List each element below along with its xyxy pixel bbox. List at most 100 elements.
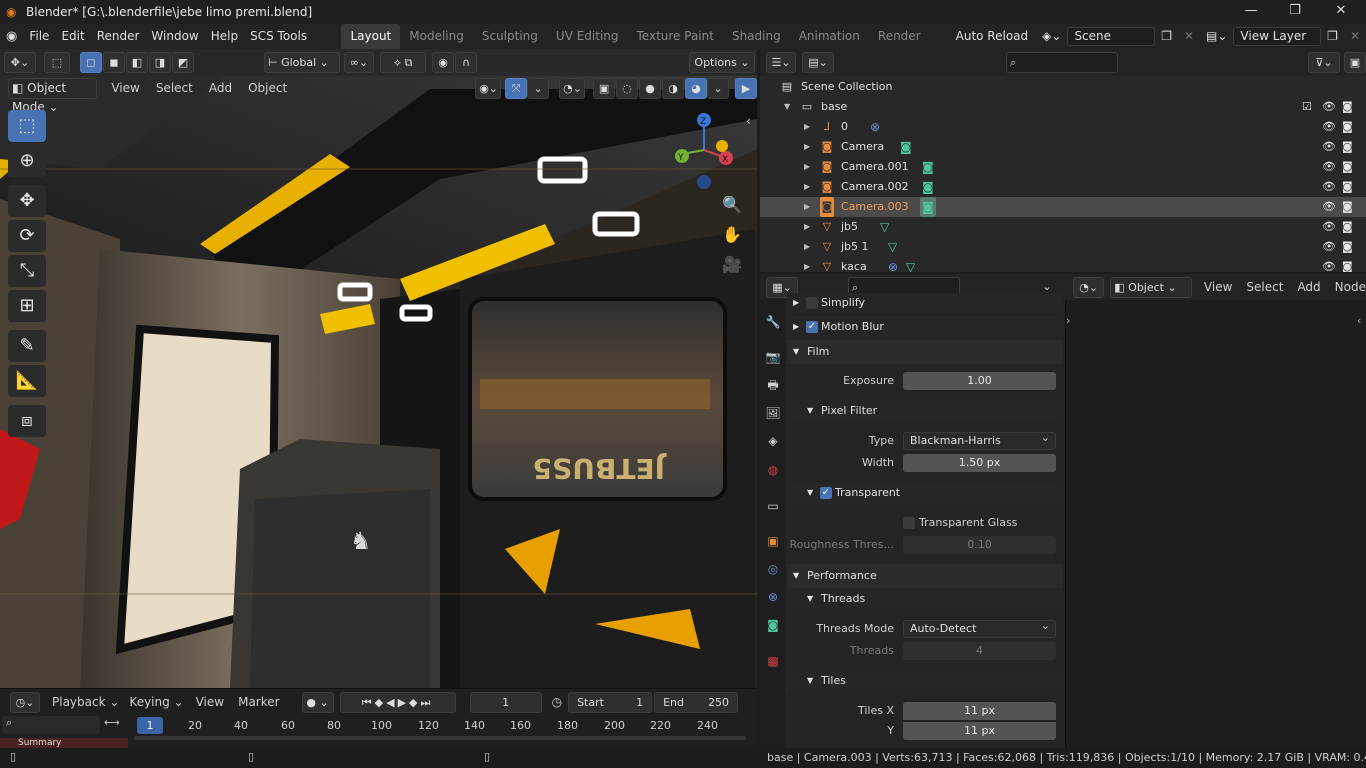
mode-intersect-icon[interactable]: ◨ bbox=[149, 52, 171, 73]
xray-icon[interactable]: ▣ bbox=[593, 77, 616, 99]
end-frame-field[interactable]: End 250 bbox=[654, 691, 739, 713]
tab-modeling[interactable]: Modeling bbox=[400, 24, 473, 49]
proportional-edit-icon[interactable]: ◉ bbox=[432, 52, 454, 73]
visibility-eye-icon[interactable]: 👁 bbox=[1322, 177, 1336, 197]
outliner-search-input[interactable]: ⌕ bbox=[1006, 52, 1118, 73]
timeline-menu-keying[interactable]: Keying ⌄ bbox=[129, 695, 183, 709]
expand-arrow-icon[interactable]: ▶ bbox=[804, 137, 814, 157]
outliner-item[interactable]: ▶ ▽ jb5 ▽ 👁 ◙ bbox=[760, 217, 1366, 237]
tab-animation[interactable]: Animation bbox=[790, 24, 869, 49]
shading-dropdown-icon[interactable]: ⌄ bbox=[707, 77, 730, 99]
timeline-menu-view[interactable]: View bbox=[196, 695, 224, 709]
view-layer-field[interactable]: View Layer bbox=[1233, 27, 1322, 46]
select-tool-icon[interactable]: ⬚ bbox=[8, 110, 46, 142]
node-sidebar-toggle-icon[interactable]: ‹ bbox=[1357, 314, 1361, 327]
add-cube-tool-icon[interactable]: ⧈ bbox=[8, 405, 46, 437]
tab-uv-editing[interactable]: UV Editing bbox=[547, 24, 628, 49]
view-layer-icon[interactable]: ▤⌄ bbox=[1200, 24, 1233, 49]
render-camera-icon[interactable]: ◙ bbox=[1342, 257, 1353, 272]
close-button[interactable]: ✕ bbox=[1318, 0, 1364, 24]
timeline-menu-marker[interactable]: Marker bbox=[238, 695, 279, 709]
outliner-item[interactable]: ▶ ◙ Camera ◙ 👁 ◙ bbox=[760, 137, 1366, 157]
tiles-x-field[interactable]: 11 px bbox=[903, 702, 1056, 720]
timeline-scrollbar[interactable] bbox=[134, 736, 746, 740]
blender-menu-icon[interactable]: ◉ bbox=[0, 24, 23, 49]
visibility-eye-icon[interactable]: 👁 bbox=[1322, 157, 1336, 177]
expand-arrow-icon[interactable]: ▶ bbox=[804, 237, 814, 257]
visibility-eye-icon[interactable]: 👁 bbox=[1322, 237, 1336, 257]
shading-rendered-icon[interactable]: ◕ bbox=[685, 77, 708, 99]
outliner-scene-collection[interactable]: ▤ Scene Collection bbox=[760, 77, 1366, 97]
outliner-item-selected[interactable]: ▶ ◙ Camera.003 ◙ 👁 ◙ bbox=[760, 197, 1366, 217]
playback-controls[interactable]: ⏮◆◀▶◆⏭ bbox=[339, 691, 456, 713]
exposure-field[interactable]: 1.00 bbox=[903, 372, 1056, 390]
motion-blur-panel[interactable]: ▶ ✓ Motion Blur bbox=[787, 316, 1063, 338]
output-tab-icon[interactable]: 🖶 bbox=[763, 375, 783, 395]
node-menu-add[interactable]: Add bbox=[1297, 280, 1320, 294]
options-dropdown[interactable]: Options ⌄ bbox=[689, 52, 755, 73]
start-frame-field[interactable]: Start 1 bbox=[568, 691, 653, 713]
zoom-icon[interactable]: 🔍 bbox=[721, 194, 743, 216]
filter-width-field[interactable]: 1.50 px bbox=[903, 454, 1056, 472]
menu-help[interactable]: Help bbox=[205, 24, 244, 49]
gizmo-dropdown-icon[interactable]: ⌄ bbox=[527, 77, 550, 99]
new-collection-icon[interactable]: ▣ bbox=[1344, 52, 1366, 73]
scene-remove-icon[interactable]: ✕ bbox=[1178, 24, 1200, 49]
navigation-gizmo[interactable]: Z X Y bbox=[640, 110, 750, 200]
tool-tab-icon[interactable]: 🔧 bbox=[763, 312, 783, 332]
simplify-checkbox[interactable] bbox=[806, 297, 818, 309]
expand-arrow-icon[interactable]: ▶ bbox=[804, 157, 814, 177]
menu-file[interactable]: File bbox=[23, 24, 55, 49]
render-camera-icon[interactable]: ◙ bbox=[1342, 97, 1353, 117]
maximize-button[interactable]: ❐ bbox=[1272, 0, 1318, 24]
transform-tool-icon[interactable]: ⊞ bbox=[8, 290, 46, 322]
outliner-item[interactable]: ▶ ⅃ 0 ⊗ 👁 ◙ bbox=[760, 117, 1366, 137]
shading-solid-icon[interactable]: ● bbox=[639, 77, 662, 99]
tab-texture-paint[interactable]: Texture Paint bbox=[628, 24, 723, 49]
menu-render[interactable]: Render bbox=[91, 24, 146, 49]
playhead-frame[interactable]: 1 bbox=[137, 717, 163, 734]
render-camera-icon[interactable]: ◙ bbox=[1342, 117, 1353, 137]
constraint-tab-icon[interactable]: ⊗ bbox=[763, 587, 783, 607]
object-tab-icon[interactable]: ▣ bbox=[763, 531, 783, 551]
visibility-eye-icon[interactable]: 👁 bbox=[1322, 97, 1336, 117]
transparent-glass-checkbox[interactable] bbox=[903, 517, 915, 529]
collapse-arrow-icon[interactable]: ▶ bbox=[793, 316, 799, 338]
move-tool-icon[interactable]: ✥ bbox=[8, 185, 46, 217]
node-editor-type-icon[interactable]: ◔⌄ bbox=[1073, 276, 1105, 298]
collection-tab-icon[interactable]: ▭ bbox=[763, 496, 783, 516]
visibility-eye-icon[interactable]: 👁 bbox=[1322, 197, 1336, 217]
roughness-field[interactable]: 0.10 bbox=[903, 536, 1056, 554]
overlay-icon[interactable]: ◔⌄ bbox=[559, 77, 586, 99]
film-panel[interactable]: ▼ Film bbox=[787, 340, 1063, 364]
expand-arrow-icon[interactable]: ▶ bbox=[804, 117, 814, 137]
motion-blur-checkbox[interactable]: ✓ bbox=[806, 321, 818, 333]
simplify-panel[interactable]: ▶ Simplify bbox=[787, 293, 1063, 313]
world-tab-icon[interactable]: ◍ bbox=[763, 460, 783, 480]
filter-type-dropdown[interactable]: Blackman-Harris bbox=[903, 430, 1056, 450]
transparent-checkbox[interactable]: ✓ bbox=[820, 487, 832, 499]
collapse-arrow-icon[interactable]: ▼ bbox=[807, 588, 813, 610]
pivot-icon[interactable]: ∞⌄ bbox=[344, 52, 374, 73]
visibility-eye-icon[interactable]: 👁 bbox=[1322, 217, 1336, 237]
collapse-arrow-icon[interactable]: ▼ bbox=[793, 564, 799, 588]
auto-keying-icon[interactable]: ● ⌄ bbox=[301, 691, 334, 713]
mode-new-icon[interactable]: ◻ bbox=[80, 52, 102, 73]
visibility-eye-icon[interactable]: 👁 bbox=[1322, 257, 1336, 272]
shading-material-icon[interactable]: ◑ bbox=[662, 77, 685, 99]
exclude-checkbox-icon[interactable]: ☑ bbox=[1302, 97, 1312, 117]
viewport-menu-select[interactable]: Select bbox=[156, 81, 193, 95]
node-menu-select[interactable]: Select bbox=[1246, 280, 1283, 294]
mode-extend-icon[interactable]: ◼ bbox=[103, 52, 125, 73]
viewport-menu-add[interactable]: Add bbox=[209, 81, 232, 95]
threads-count-field[interactable]: 4 bbox=[903, 642, 1056, 660]
outliner-editor-type-icon[interactable]: ☰⌄ bbox=[766, 52, 796, 73]
minimize-button[interactable]: — bbox=[1228, 0, 1274, 24]
shading-wireframe-icon[interactable]: ◌ bbox=[616, 77, 639, 99]
render-camera-icon[interactable]: ◙ bbox=[1342, 137, 1353, 157]
auto-reload-button[interactable]: Auto Reload bbox=[950, 24, 1035, 49]
filter-icon[interactable]: ⊽⌄ bbox=[1308, 52, 1340, 73]
gizmo-toggle-icon[interactable]: ⤧ bbox=[505, 77, 528, 99]
collapse-arrow-icon[interactable]: ▼ bbox=[807, 670, 813, 692]
summary-channel[interactable]: Summary bbox=[0, 738, 128, 748]
